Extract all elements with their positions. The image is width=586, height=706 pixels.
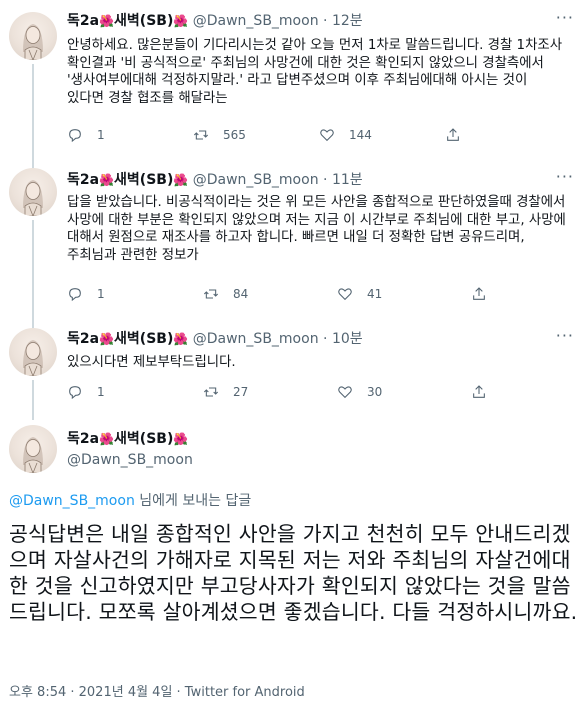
flower-emoji-icon: 🌺: [173, 332, 189, 346]
avatar[interactable]: [9, 425, 57, 473]
main-tweet-text: 공식답변은 내일 종합적인 사안을 가지고 천천히 모두 안내드리겠으며 자살사…: [9, 522, 578, 624]
reply-to-suffix: 님에게 보내는 답글: [134, 493, 252, 509]
retweet-button[interactable]: 27: [203, 384, 248, 400]
tweet-time[interactable]: 12분: [332, 13, 363, 29]
retweet-icon: [203, 289, 219, 299]
author-name-2[interactable]: 새벽(SB): [114, 331, 173, 347]
heart-icon: [320, 129, 334, 142]
tweet-text: 답을 받았습니다. 비공식적이라는 것은 위 모든 사안을 종합적으로 판단하였…: [67, 195, 566, 263]
tweet-header: 독2a🌺새벽(SB)🌺 @Dawn_SB_moon · 10분: [67, 330, 363, 348]
tweet-actions: 1 27 30: [67, 384, 567, 404]
author-name-2[interactable]: 새벽(SB): [114, 431, 173, 447]
separator-dot: ·: [323, 331, 328, 347]
tweet-meta[interactable]: 오후 8:54 · 2021년 4월 4일 · Twitter for Andr…: [9, 681, 305, 700]
more-icon[interactable]: ···: [556, 326, 574, 345]
reply-to-handle-link[interactable]: @Dawn_SB_moon: [9, 493, 135, 509]
reply-count: 1: [97, 385, 105, 399]
flower-emoji-icon: 🌺: [99, 332, 115, 346]
share-icon: [473, 385, 485, 398]
reply-icon: [69, 288, 81, 302]
tweet-time[interactable]: 11분: [332, 172, 363, 188]
retweet-button[interactable]: 84: [203, 286, 248, 302]
like-count: 41: [367, 287, 383, 301]
reply-count: 1: [97, 128, 105, 142]
thread-line: [32, 220, 34, 328]
retweet-icon: [193, 130, 209, 140]
retweet-count: 27: [233, 385, 249, 399]
tweet-actions: 1 84 41: [67, 286, 567, 306]
tweet-text: 있으시다면 제보부탁드립니다.: [67, 355, 236, 370]
tweet-header: 독2a🌺새벽(SB)🌺 @Dawn_SB_moon · 12분: [67, 12, 363, 30]
author-handle-row: @Dawn_SB_moon: [67, 451, 193, 469]
tweet-header: 독2a🌺새벽(SB)🌺 @Dawn_SB_moon · 11분: [67, 171, 363, 189]
tweet-text: 안녕하세요. 많은분들이 기다리시는것 같아 오늘 먼저 1차로 말씀드립니다.…: [67, 38, 563, 106]
avatar[interactable]: [9, 328, 57, 376]
author-handle[interactable]: @Dawn_SB_moon: [193, 331, 319, 347]
like-count: 144: [349, 128, 372, 142]
reply-icon: [69, 129, 81, 143]
flower-emoji-icon: 🌺: [173, 173, 189, 187]
author-name-2[interactable]: 새벽(SB): [114, 13, 173, 29]
tweet-2[interactable]: 독2a🌺새벽(SB)🌺 @Dawn_SB_moon · 11분 ··· 답을 받…: [0, 156, 586, 328]
avatar-illustration-icon: [23, 24, 43, 60]
heart-icon: [338, 288, 352, 301]
reply-button[interactable]: 1: [67, 384, 105, 400]
more-icon[interactable]: ···: [556, 167, 574, 186]
flower-emoji-icon: 🌺: [99, 432, 115, 446]
share-button[interactable]: [471, 286, 487, 302]
flower-emoji-icon: 🌺: [99, 14, 115, 28]
tweet-actions: 1 565 144: [67, 127, 567, 147]
author-name-2[interactable]: 새벽(SB): [114, 172, 173, 188]
share-icon: [473, 287, 485, 300]
author-handle[interactable]: @Dawn_SB_moon: [67, 452, 193, 468]
heart-icon: [338, 386, 352, 399]
like-button[interactable]: 30: [337, 384, 382, 400]
share-icon: [447, 128, 459, 141]
retweet-count: 84: [233, 287, 249, 301]
like-button[interactable]: 41: [337, 286, 382, 302]
reply-count: 1: [97, 287, 105, 301]
retweet-icon: [203, 387, 219, 397]
avatar[interactable]: [9, 168, 57, 216]
thread-line: [32, 380, 34, 420]
like-button[interactable]: 144: [319, 127, 372, 143]
avatar[interactable]: [9, 12, 57, 60]
tweet-time[interactable]: 10분: [332, 331, 363, 347]
tweet-header: 독2a🌺새벽(SB)🌺: [67, 430, 188, 448]
avatar-illustration-icon: [23, 180, 43, 216]
author-name[interactable]: 독2a: [67, 331, 99, 347]
thread-line: [32, 64, 34, 168]
author-handle[interactable]: @Dawn_SB_moon: [193, 13, 319, 29]
reply-button[interactable]: 1: [67, 127, 105, 143]
retweet-button[interactable]: 565: [193, 127, 246, 143]
reply-icon: [69, 386, 81, 400]
flower-emoji-icon: 🌺: [99, 173, 115, 187]
author-name[interactable]: 독2a: [67, 172, 99, 188]
separator-dot: ·: [323, 13, 328, 29]
flower-emoji-icon: 🌺: [173, 432, 189, 446]
tweet-3[interactable]: 독2a🌺새벽(SB)🌺 @Dawn_SB_moon · 10분 ··· 있으시다…: [0, 316, 586, 420]
like-count: 30: [367, 385, 383, 399]
author-handle[interactable]: @Dawn_SB_moon: [193, 172, 319, 188]
author-name[interactable]: 독2a: [67, 13, 99, 29]
retweet-count: 565: [223, 128, 246, 142]
flower-emoji-icon: 🌺: [173, 14, 189, 28]
share-button[interactable]: [471, 384, 487, 400]
share-button[interactable]: [445, 127, 461, 143]
author-name[interactable]: 독2a: [67, 431, 99, 447]
more-icon[interactable]: ···: [556, 8, 574, 27]
avatar-illustration-icon: [23, 437, 43, 473]
reply-button[interactable]: 1: [67, 286, 105, 302]
reply-to-line: @Dawn_SB_moon 님에게 보내는 답글: [9, 490, 251, 510]
avatar-illustration-icon: [23, 340, 43, 376]
tweet-1[interactable]: 독2a🌺새벽(SB)🌺 @Dawn_SB_moon · 12분 ··· 안녕하세…: [0, 0, 586, 168]
separator-dot: ·: [323, 172, 328, 188]
